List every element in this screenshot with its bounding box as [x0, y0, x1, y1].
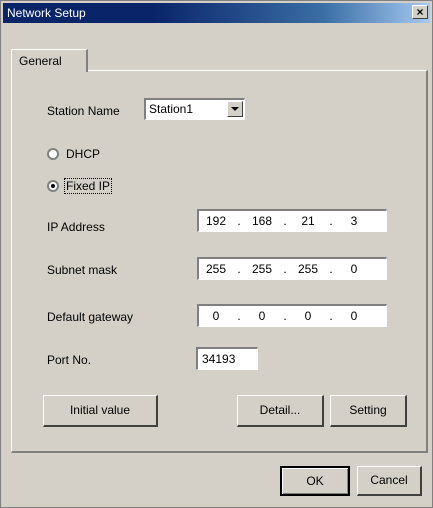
octet-separator: . [283, 214, 287, 228]
tab-general-label: General [19, 54, 62, 68]
ip-octet: 168 [251, 214, 273, 228]
dhcp-radio[interactable] [47, 148, 59, 160]
gateway-octet: 0 [304, 309, 312, 323]
octet-separator: . [237, 309, 241, 323]
subnet-mask-label: Subnet mask [47, 263, 118, 277]
subnet-octet: 0 [350, 262, 358, 276]
octet-separator: . [237, 214, 241, 228]
subnet-octet: 255 [297, 262, 319, 276]
gateway-octet: 0 [350, 309, 358, 323]
ip-address-label: IP Address [47, 220, 105, 234]
detail-button[interactable]: Detail... [237, 395, 324, 427]
port-label: Port No. [47, 353, 92, 367]
octet-separator: . [329, 214, 333, 228]
subnet-mask-field[interactable]: 255. 255. 255. 0 [197, 257, 387, 280]
fixed-ip-label: Fixed IP [63, 178, 113, 194]
subnet-octet: 255 [251, 262, 273, 276]
default-gateway-label: Default gateway [47, 310, 134, 324]
gateway-octet: 0 [212, 309, 220, 323]
dhcp-label: DHCP [66, 147, 101, 161]
close-button[interactable]: × [412, 5, 428, 19]
subnet-octet: 255 [205, 262, 227, 276]
station-name-label: Station Name [47, 104, 120, 118]
octet-separator: . [283, 309, 287, 323]
close-icon: × [416, 5, 424, 19]
ip-octet: 3 [350, 214, 358, 228]
octet-separator: . [329, 309, 333, 323]
initial-value-button[interactable]: Initial value [43, 395, 158, 427]
octet-separator: . [283, 262, 287, 276]
chevron-down-icon[interactable] [227, 101, 243, 117]
station-name-value: Station1 [149, 102, 194, 116]
ok-button[interactable]: OK [280, 466, 350, 496]
ip-address-field[interactable]: 192. 168. 21. 3 [197, 209, 387, 232]
title-bar: Network Setup × [3, 3, 430, 23]
ip-octet: 21 [301, 214, 315, 228]
tab-general[interactable]: General [11, 49, 88, 72]
station-name-select[interactable]: Station1 [144, 98, 245, 120]
port-value: 34193 [202, 352, 236, 366]
window-title: Network Setup [7, 6, 86, 20]
port-input[interactable]: 34193 [196, 347, 258, 370]
gateway-octet: 0 [258, 309, 266, 323]
fixed-ip-radio[interactable] [47, 180, 59, 192]
default-gateway-field[interactable]: 0. 0. 0. 0 [197, 304, 387, 327]
cancel-button[interactable]: Cancel [357, 466, 422, 496]
octet-separator: . [237, 262, 241, 276]
radio-selected-dot [51, 184, 55, 188]
octet-separator: . [329, 262, 333, 276]
ip-octet: 192 [205, 214, 227, 228]
network-setup-dialog: Network Setup × General Station Name Sta… [0, 0, 433, 508]
setting-button[interactable]: Setting [330, 395, 407, 427]
